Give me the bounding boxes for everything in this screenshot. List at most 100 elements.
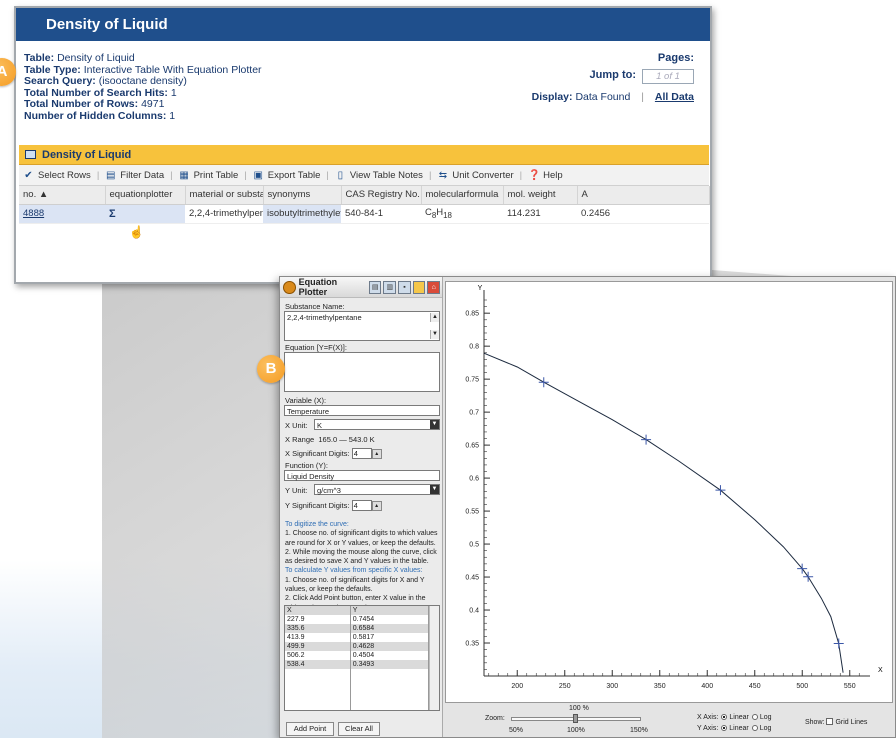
xy-cell-x[interactable]: 538.4 (285, 660, 351, 669)
zoom-slider-handle[interactable] (573, 714, 578, 723)
x-linear-radio[interactable] (721, 714, 728, 720)
column-header-mol-weight[interactable]: mol. weight (503, 186, 578, 205)
xy-cell-x[interactable]: 499.9 (285, 642, 351, 651)
x-log-radio[interactable] (751, 714, 758, 720)
search-query-label: Search Query: (24, 75, 96, 87)
spinner-icon[interactable]: ▴ (371, 501, 382, 512)
print-table-label: Print Table (193, 169, 239, 181)
grid-lines-checkbox[interactable] (826, 718, 834, 725)
xy-cell-x[interactable]: 227.9 (285, 615, 351, 624)
column-header-a[interactable]: A (577, 186, 710, 205)
xy-cell-x[interactable]: 335.6 (285, 624, 351, 633)
export-table-button[interactable]: ▣ Export Table (253, 170, 321, 181)
column-header-equationplotter[interactable]: equationplotter (105, 186, 186, 205)
all-data-link[interactable]: All Data (655, 91, 694, 103)
xy-row[interactable]: 335.6 0.6584 (285, 624, 430, 633)
equation-plotter-icon[interactable]: Σ (109, 208, 116, 220)
display-separator: | (641, 90, 644, 103)
equation-plotter-window: Equation Plotter ▤ ▥ ▪ ⌂ Substance Name:… (279, 276, 896, 738)
plot-area[interactable]: Y X 0.35 0.4 0.45 0.5 0.55 0.6 0.65 0.7 0.75 0.8 0.8… (445, 281, 893, 703)
scroll-down-icon[interactable]: ▼ (430, 330, 439, 339)
xy-cell-empty[interactable] (350, 669, 430, 710)
filter-data-label: Filter Data (120, 169, 165, 181)
table-grid-icon (25, 150, 36, 159)
zoom-slider[interactable] (511, 714, 641, 723)
print-table-button[interactable]: ▦ Print Table (179, 169, 239, 181)
help-button[interactable]: ❓ Help (528, 170, 563, 181)
toolbar-separator: | (326, 169, 329, 181)
y-unit-select[interactable]: g/cm^3 ▼ (314, 484, 440, 495)
xy-cell-y[interactable]: 0.4628 (350, 642, 430, 651)
xy-cell-y[interactable]: 0.5817 (350, 633, 430, 642)
scroll-up-icon[interactable]: ▲ (430, 313, 439, 322)
variable-field[interactable]: Temperature (284, 405, 440, 416)
function-field[interactable]: Liquid Density (284, 470, 440, 481)
density-chart[interactable]: Y X 0.35 0.4 0.45 0.5 0.55 0.6 0.65 0.7 0.75 0.8 0.8… (446, 282, 894, 704)
xy-row[interactable]: 499.9 0.4628 (285, 642, 430, 651)
xy-cell-empty[interactable] (285, 669, 351, 710)
filter-data-button[interactable]: ▤ Filter Data (105, 170, 164, 181)
view-table-notes-label: View Table Notes (349, 169, 423, 181)
jump-row: Jump to: 1 of 1 (532, 68, 694, 84)
xy-table-scrollbar[interactable] (429, 606, 439, 710)
instructions-digitize-step1: 1. Choose no. of significant digits to w… (285, 530, 438, 547)
xy-row-empty[interactable] (285, 669, 430, 710)
x-significant-digits: X Significant Digits: 4 ▴ (285, 448, 382, 460)
x-unit-select[interactable]: K ▼ (314, 419, 440, 430)
xy-cell-y[interactable]: 0.4504 (350, 651, 430, 660)
x-axis-scale: X Axis: Linear Log (697, 714, 772, 721)
equation-field[interactable] (284, 352, 440, 392)
y-tick-label: 0.7 (469, 410, 479, 417)
column-header-synonyms[interactable]: synonyms (263, 186, 342, 205)
home-icon[interactable]: ⌂ (427, 280, 441, 294)
y-tick-label: 0.45 (465, 575, 479, 582)
copy-icon[interactable]: ▥ (383, 280, 397, 294)
data-found-link[interactable]: Data Found (575, 91, 630, 103)
xy-cell-x[interactable]: 506.2 (285, 651, 351, 660)
substance-name-field[interactable]: 2,2,4-trimethylpentane ▲ ▼ (284, 311, 440, 341)
xy-row[interactable]: 538.4 0.3493 (285, 660, 430, 669)
select-rows-button[interactable]: ✔ Select Rows (23, 170, 91, 181)
y-tick-label: 0.35 (465, 641, 479, 648)
column-header-formula[interactable]: molecularformula (421, 186, 504, 205)
xy-row[interactable]: 227.9 0.7454 (285, 615, 430, 624)
column-header-material[interactable]: material or substance (185, 186, 264, 205)
y-sig-input[interactable]: 4 (351, 500, 372, 511)
x-sig-input[interactable]: 4 (351, 448, 372, 459)
y-log-radio[interactable] (751, 725, 758, 731)
add-point-button[interactable]: Add Point (286, 722, 334, 736)
view-table-notes-button[interactable]: ▯ View Table Notes (335, 170, 423, 181)
xy-row[interactable]: 506.2 0.4504 (285, 651, 430, 660)
open-icon[interactable]: ▤ (368, 280, 382, 294)
x-tick-label: 500 (796, 683, 808, 690)
xy-cell-x[interactable]: 413.9 (285, 633, 351, 642)
table-row: 4888 Σ 2,2,4-trimethylpentane isobutyltr… (19, 204, 709, 224)
help-icon: ❓ (528, 169, 541, 181)
y-tick-label: 0.8 (469, 344, 479, 351)
xy-row[interactable]: 413.9 0.5817 (285, 633, 430, 642)
xy-cell-y[interactable]: 0.3493 (350, 660, 430, 669)
xy-cell-y[interactable]: 0.7454 (350, 615, 430, 624)
rows-label: Total Number of Rows: (24, 98, 139, 110)
save-icon[interactable]: ▪ (398, 280, 411, 294)
spinner-icon[interactable]: ▴ (371, 449, 382, 460)
xy-values-table[interactable]: XY 227.9 0.7454 335.6 0.6584 413.9 0.5817 4… (284, 605, 440, 711)
y-linear-radio[interactable] (721, 725, 728, 731)
data-point-marker (641, 434, 652, 445)
unit-converter-button[interactable]: ⇆ Unit Converter (437, 170, 514, 181)
x-unit-label: X Unit: (285, 421, 308, 430)
table-type-label: Table Type: (24, 63, 81, 76)
cell-no[interactable]: 4888 (19, 204, 105, 224)
row-number-link[interactable]: 4888 (23, 208, 44, 219)
xy-cell-y[interactable]: 0.6584 (350, 624, 430, 633)
jump-to-input[interactable]: 1 of 1 (642, 68, 694, 84)
cell-equationplotter[interactable]: Σ (105, 204, 185, 224)
cell-formula: C8H18 (421, 204, 503, 224)
column-header-cas[interactable]: CAS Registry No. (341, 186, 422, 205)
hidden-cols-label: Number of Hidden Columns: (24, 109, 167, 122)
clear-all-button[interactable]: Clear All (338, 722, 380, 736)
folder-icon[interactable] (412, 280, 426, 294)
rows-value: 4971 (141, 98, 165, 110)
column-header-no[interactable]: no. ▲ (19, 186, 106, 205)
x-column-header: X (285, 606, 351, 615)
